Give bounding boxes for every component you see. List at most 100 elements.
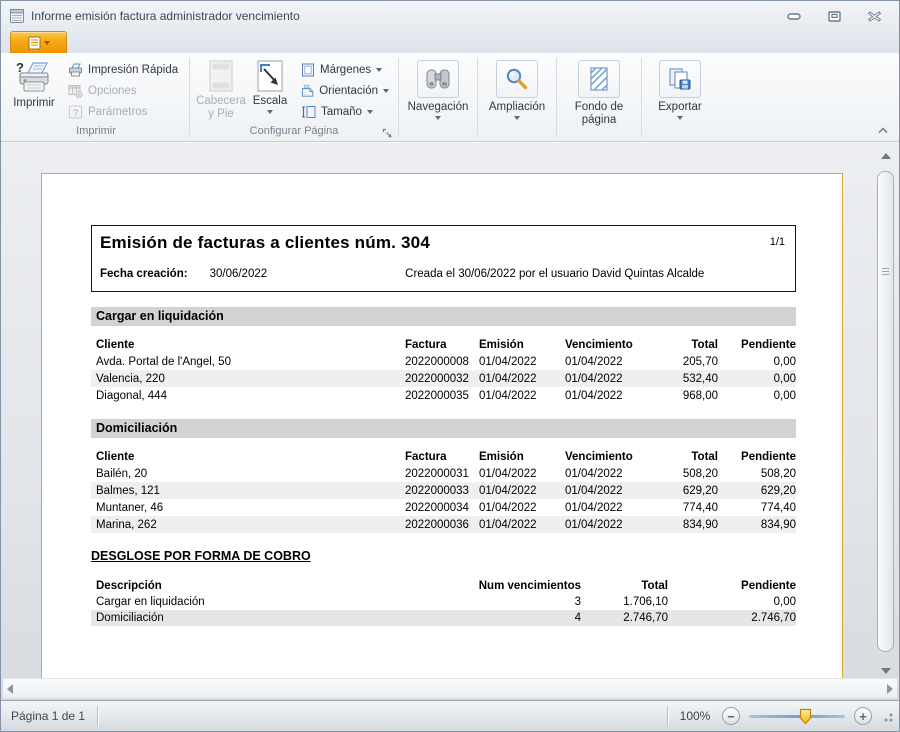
- table-cell: 3: [381, 596, 581, 608]
- zoom-label: Ampliación: [489, 101, 545, 114]
- navigation-group-label: [401, 124, 475, 141]
- orientation-button[interactable]: Orientación: [297, 80, 393, 101]
- page-setup-group-label-text: Configurar Página: [250, 125, 339, 137]
- close-button[interactable]: [861, 8, 887, 24]
- quick-print-button[interactable]: Impresión Rápida: [64, 59, 184, 80]
- quick-print-label: Impresión Rápida: [88, 64, 178, 76]
- group-separator: [556, 58, 557, 137]
- column-header: Total: [581, 580, 668, 592]
- zoom-in-button[interactable]: +: [854, 707, 872, 725]
- table-cell: 2022000036: [405, 519, 479, 531]
- table-cell: 01/04/2022: [565, 356, 661, 368]
- zoom-slider[interactable]: [749, 707, 845, 725]
- group-separator: [477, 58, 478, 137]
- summary-section: DESGLOSE POR FORMA DE COBRO DescripciónN…: [91, 549, 796, 626]
- chevron-down-icon: [435, 116, 441, 120]
- horizontal-scrollbar[interactable]: [3, 678, 897, 698]
- scroll-up-button[interactable]: [876, 147, 895, 164]
- dialog-launcher-icon[interactable]: [382, 128, 393, 139]
- table-cell: 01/04/2022: [479, 519, 565, 531]
- document-tab-icon: [28, 36, 41, 50]
- arrow-right-icon[interactable]: [887, 684, 893, 694]
- options-button[interactable]: Opciones: [64, 80, 184, 101]
- column-header: Factura: [405, 451, 479, 463]
- watermark-page-icon: [588, 66, 610, 92]
- table-header-row: ClienteFacturaEmisiónVencimientoTotalPen…: [91, 448, 796, 465]
- export-save-icon: [668, 67, 692, 91]
- column-header: Total: [661, 339, 718, 351]
- column-header: Descripción: [91, 580, 381, 592]
- ribbon-tabstrip: [1, 31, 899, 53]
- table-row: Muntaner, 46202200003401/04/202201/04/20…: [91, 499, 796, 516]
- file-tab[interactable]: [10, 31, 67, 53]
- zoom-iconbox: [496, 60, 538, 98]
- table-row: Avda. Portal de l'Angel, 50202200000801/…: [91, 353, 796, 370]
- vertical-scroll-thumb[interactable]: [877, 171, 894, 652]
- quick-print-icon: [68, 63, 83, 77]
- header-footer-button[interactable]: Cabecera y Pie: [195, 58, 247, 121]
- report-header-box: Emisión de facturas a clientes núm. 304 …: [91, 225, 796, 292]
- status-bar: Página 1 de 1 100% − +: [1, 700, 899, 731]
- table-cell: 532,40: [661, 373, 718, 385]
- minimize-button[interactable]: [781, 8, 807, 24]
- page-background-button[interactable]: Fondo de página: [563, 58, 635, 127]
- table-cell: 834,90: [718, 519, 796, 531]
- table-row: Bailén, 20202200003101/04/202201/04/2022…: [91, 465, 796, 482]
- export-group-label: [644, 124, 716, 141]
- section-cargar-en-liquidacion: Cargar en liquidación ClienteFacturaEmis…: [91, 307, 796, 404]
- table-cell: Balmes, 121: [91, 485, 405, 497]
- orientation-icon: [301, 84, 314, 98]
- table-cell: 01/04/2022: [479, 485, 565, 497]
- table-row: Marina, 262202200003601/04/202201/04/202…: [91, 516, 796, 533]
- statusbar-separator: [667, 706, 668, 726]
- background-iconbox: [578, 60, 620, 98]
- restore-button[interactable]: [821, 8, 847, 24]
- margins-button[interactable]: Márgenes: [297, 59, 393, 80]
- size-button[interactable]: Tamaño: [297, 101, 393, 122]
- thumb-grip-icon: [882, 268, 889, 277]
- table-row: Domiciliación42.746,702.746,70: [91, 610, 796, 626]
- table-cell: 01/04/2022: [565, 485, 661, 497]
- report-preview-window: Informe emisión factura administrador ve…: [0, 0, 900, 732]
- scale-button[interactable]: Escala: [247, 58, 293, 114]
- zoom-out-button[interactable]: −: [722, 707, 740, 725]
- vertical-scrollbar[interactable]: [876, 147, 895, 674]
- column-header: Pendiente: [718, 339, 796, 351]
- table-cell: 629,20: [661, 485, 718, 497]
- table-cell: Diagonal, 444: [91, 390, 405, 402]
- report-window-icon: [9, 8, 25, 24]
- chevron-down-icon: [677, 116, 683, 120]
- resize-grip-icon[interactable]: [883, 710, 893, 722]
- table-cell: 01/04/2022: [479, 502, 565, 514]
- table-header-row: ClienteFacturaEmisiónVencimientoTotalPen…: [91, 336, 796, 353]
- collapse-ribbon-icon[interactable]: [877, 126, 889, 134]
- minus-icon: −: [727, 710, 735, 723]
- column-header: Emisión: [479, 451, 565, 463]
- print-button-label: Imprimir: [13, 97, 55, 110]
- table-cell: 2022000031: [405, 468, 479, 480]
- table-cell: 968,00: [661, 390, 718, 402]
- table-cell: Muntaner, 46: [91, 502, 405, 514]
- export-button[interactable]: Exportar: [648, 58, 712, 120]
- navigation-button[interactable]: Navegación: [406, 58, 470, 120]
- zoom-slider-track[interactable]: [749, 715, 845, 718]
- table-cell: 2022000032: [405, 373, 479, 385]
- parameters-button[interactable]: ? Parámetros: [64, 101, 184, 122]
- print-button[interactable]: ? Imprimir: [8, 58, 60, 110]
- table-cell: 774,40: [661, 502, 718, 514]
- ribbon: ? Imprimir Impresión Rápida: [1, 53, 899, 142]
- table-cell: 01/04/2022: [565, 502, 661, 514]
- column-header: Vencimiento: [565, 451, 661, 463]
- arrow-left-icon[interactable]: [7, 684, 13, 694]
- table-body: Avda. Portal de l'Angel, 50202200000801/…: [91, 353, 796, 404]
- group-separator: [641, 58, 642, 137]
- table-cell: 834,90: [661, 519, 718, 531]
- table-cell: 01/04/2022: [565, 390, 661, 402]
- report-page[interactable]: Emisión de facturas a clientes núm. 304 …: [41, 173, 843, 678]
- scroll-down-button[interactable]: [876, 657, 895, 674]
- size-icon: [301, 105, 316, 119]
- zoom-button[interactable]: Ampliación: [485, 58, 549, 120]
- table-cell: 01/04/2022: [565, 519, 661, 531]
- zoom-slider-thumb[interactable]: [799, 708, 812, 725]
- preview-surface[interactable]: Emisión de facturas a clientes núm. 304 …: [1, 142, 899, 700]
